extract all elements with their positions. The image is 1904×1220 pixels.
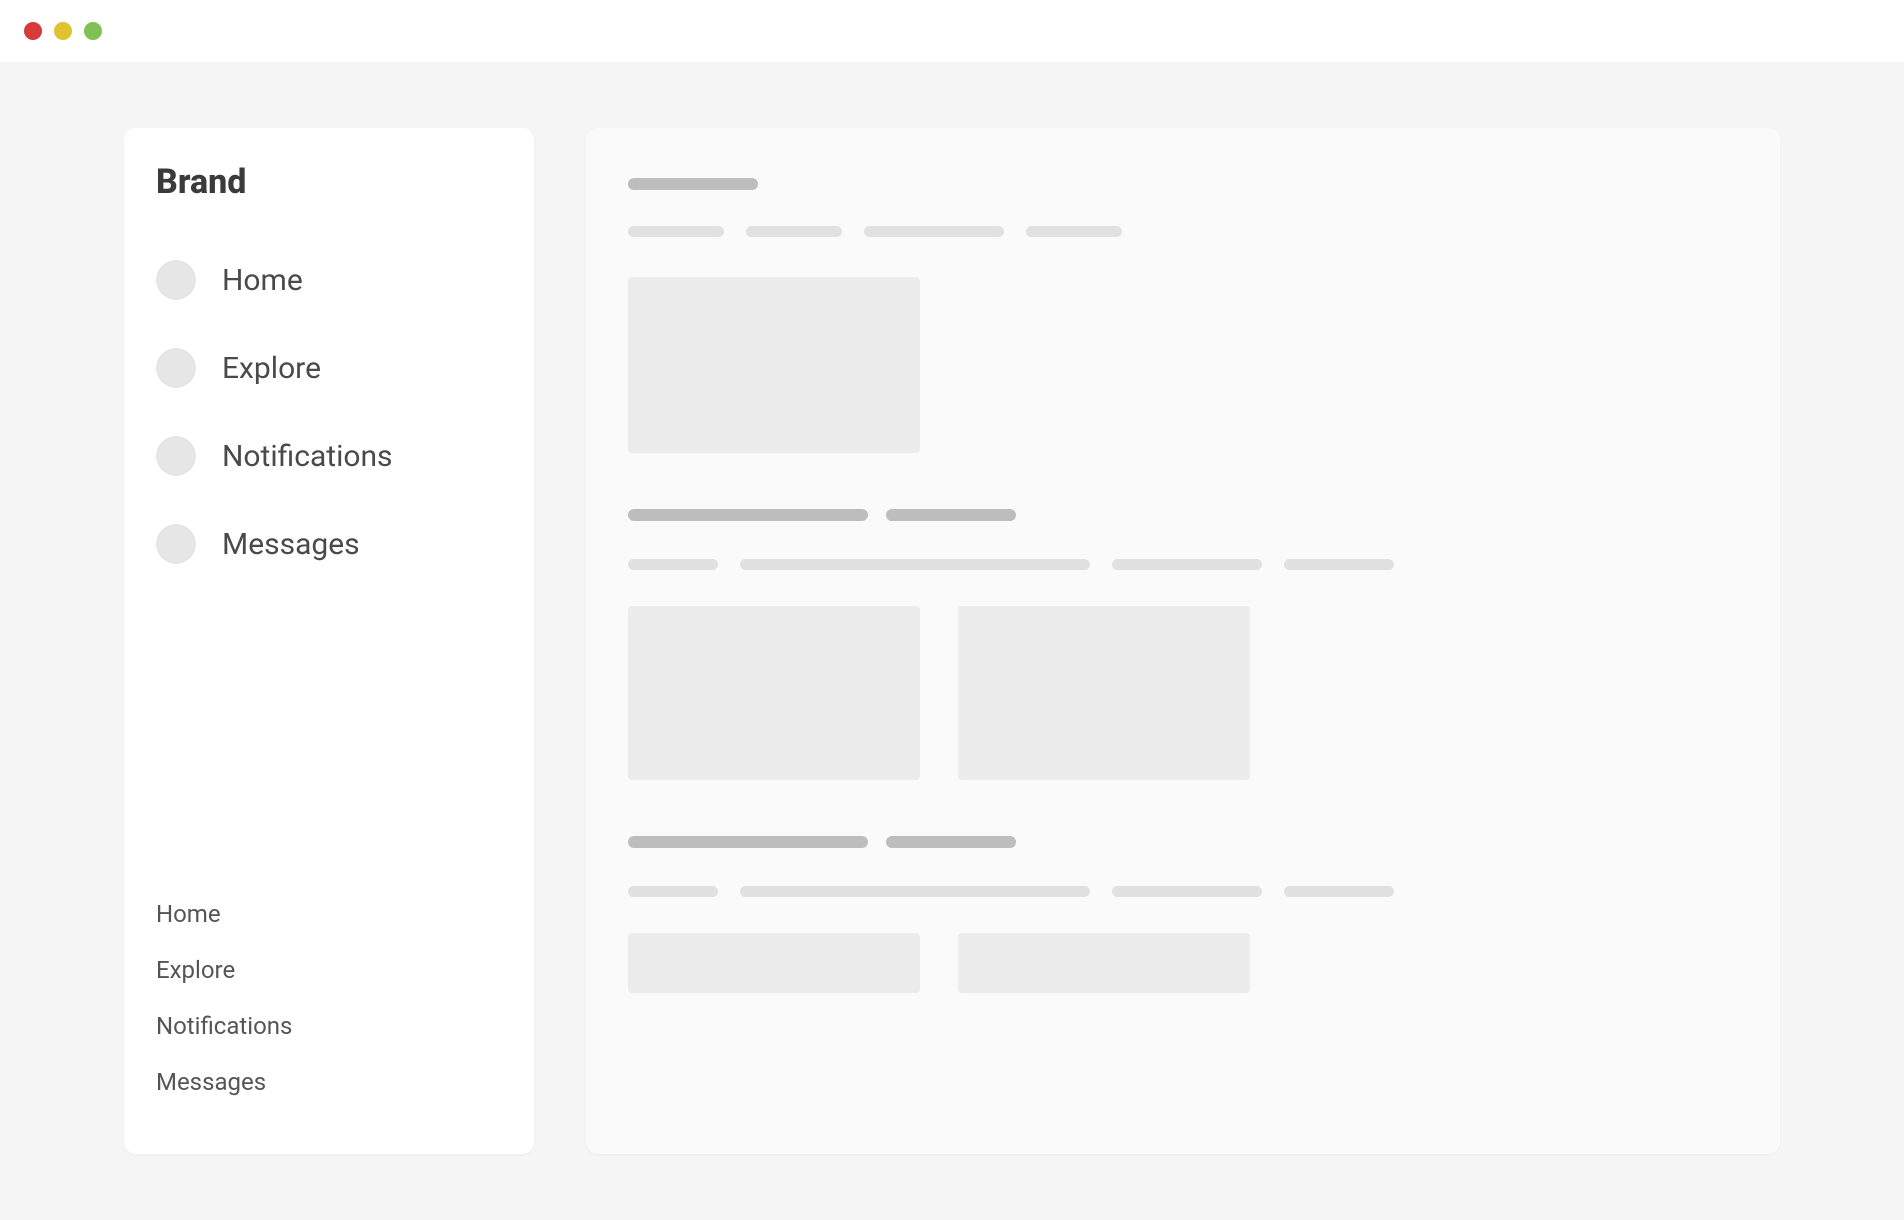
explore-icon [156,348,196,388]
skeleton-body-row [628,559,1738,570]
skeleton-title-row [628,178,1738,190]
skeleton-line [864,226,1004,237]
skeleton-media-placeholder [958,606,1250,780]
nav-secondary-notifications[interactable]: Notifications [156,1012,502,1040]
layout: Brand Home Explore Notifications Message… [124,128,1780,1154]
skeleton-line [628,226,724,237]
nav-secondary-explore[interactable]: Explore [156,956,502,984]
content [586,128,1780,1154]
skeleton-line [1284,559,1394,570]
skeleton-line [628,509,868,521]
window-zoom-icon[interactable] [84,22,102,40]
notifications-icon [156,436,196,476]
nav-label: Explore [222,351,321,386]
skeleton-line [628,886,718,897]
skeleton-line [1026,226,1122,237]
skeleton-meta-row [628,226,1738,237]
skeleton-media-placeholder [958,933,1250,993]
content-post-skeleton [628,509,1738,780]
nav-item-messages[interactable]: Messages [156,524,502,564]
skeleton-line [886,836,1016,848]
nav-secondary-messages[interactable]: Messages [156,1068,502,1096]
skeleton-line [886,509,1016,521]
skeleton-media-row [628,933,1738,993]
messages-icon [156,524,196,564]
skeleton-line [740,886,1090,897]
nav-secondary: Home Explore Notifications Messages [156,860,502,1120]
content-post-skeleton [628,836,1738,993]
skeleton-media-placeholder [628,277,920,453]
skeleton-body-row [628,886,1738,897]
window-close-icon[interactable] [24,22,42,40]
nav-item-notifications[interactable]: Notifications [156,436,502,476]
home-icon [156,260,196,300]
skeleton-line [1112,559,1262,570]
nav-label: Notifications [222,439,393,474]
nav-label: Home [222,263,303,298]
nav-item-explore[interactable]: Explore [156,348,502,388]
sidebar: Brand Home Explore Notifications Message… [124,128,534,1154]
skeleton-title-row [628,509,1738,521]
skeleton-title-row [628,836,1738,848]
skeleton-media-row [628,606,1738,780]
skeleton-line [628,559,718,570]
nav-item-home[interactable]: Home [156,260,502,300]
skeleton-line [1112,886,1262,897]
skeleton-media-row [628,277,1738,453]
page-background: Brand Home Explore Notifications Message… [0,62,1904,1220]
skeleton-line [628,178,758,190]
skeleton-line [628,836,868,848]
skeleton-line [1284,886,1394,897]
window-minimize-icon[interactable] [54,22,72,40]
nav-label: Messages [222,527,360,562]
nav-secondary-home[interactable]: Home [156,900,502,928]
content-header-skeleton [628,178,1738,453]
skeleton-media-placeholder [628,606,920,780]
skeleton-media-placeholder [628,933,920,993]
brand-title: Brand [156,162,502,202]
skeleton-line [740,559,1090,570]
window-controls [0,0,1904,62]
nav-primary: Home Explore Notifications Messages [156,260,502,564]
skeleton-line [746,226,842,237]
